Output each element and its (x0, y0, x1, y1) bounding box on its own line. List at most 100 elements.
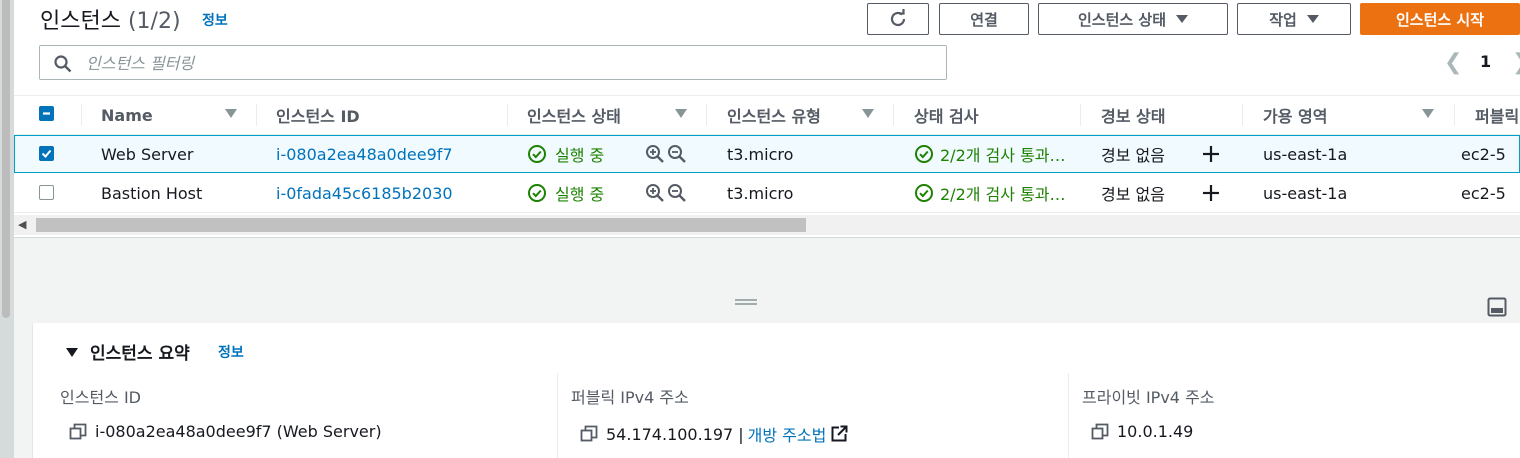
zoom-in-icon[interactable] (645, 183, 665, 203)
instance-name: Bastion Host (101, 183, 203, 203)
success-icon (915, 145, 933, 163)
public-ip-separator: | (738, 424, 744, 444)
connect-label: 연결 (970, 10, 998, 29)
success-icon (528, 184, 546, 202)
sort-icon[interactable] (225, 109, 237, 118)
private-ip-value-row: 10.0.1.49 (1091, 422, 1193, 441)
instance-state-label: 인스턴스 상태 (1077, 10, 1167, 29)
refresh-button[interactable] (867, 3, 929, 35)
minus-icon (43, 112, 50, 115)
instance-state-text: 실행 중 (555, 146, 605, 165)
zoom-out-icon[interactable] (667, 183, 687, 203)
copy-icon[interactable] (1091, 423, 1109, 441)
row-checkbox[interactable] (39, 146, 54, 161)
instance-type: t3.micro (727, 144, 794, 164)
search-icon (54, 55, 72, 73)
horizontal-scrollbar[interactable]: ◀ (14, 215, 1520, 235)
public-ip-label: 퍼블릭 IPv4 주소 (571, 388, 689, 407)
launch-instances-button[interactable]: 인스턴스 시작 (1360, 3, 1520, 35)
actions-label: 작업 (1269, 10, 1297, 29)
scroll-left-icon[interactable]: ◀ (18, 218, 26, 231)
external-link-icon[interactable] (830, 425, 848, 443)
instance-state-text: 실행 중 (555, 185, 605, 204)
table-footer-band (14, 237, 1520, 283)
split-panel-position-icon[interactable] (1487, 297, 1507, 317)
row-checkbox[interactable] (39, 185, 54, 200)
instance-id-link[interactable]: i-080a2ea48a0dee9f7 (276, 136, 453, 172)
caret-down-icon[interactable] (66, 348, 78, 357)
caret-down-icon (1306, 15, 1319, 23)
availability-zone: us-east-1a (1263, 144, 1348, 164)
instance-id-value: i-080a2ea48a0dee9f7 (Web Server) (95, 422, 382, 441)
column-header-instance-type[interactable]: 인스턴스 유형 (727, 96, 821, 134)
sort-icon[interactable] (1422, 109, 1434, 118)
open-address-link[interactable]: 개방 주소법 (748, 422, 827, 446)
select-all-checkbox[interactable] (39, 106, 54, 121)
column-header-name[interactable]: Name (101, 96, 153, 134)
summary-title[interactable]: 인스턴스 요약 (90, 339, 190, 364)
refresh-icon (890, 9, 906, 27)
instance-id-label: 인스턴스 ID (60, 388, 142, 407)
alarm-status: 경보 없음 (1101, 185, 1165, 204)
private-ip-value: 10.0.1.49 (1117, 422, 1194, 441)
resize-handle-icon[interactable] (735, 298, 757, 306)
instance-id-link[interactable]: i-0fada45c6185b2030 (276, 175, 453, 211)
public-dns: ec2-5 (1461, 183, 1506, 203)
instance-id-value-row: i-080a2ea48a0dee9f7 (Web Server) (69, 422, 382, 441)
zoom-in-icon[interactable] (645, 144, 665, 164)
next-page-icon[interactable]: ❯ (1512, 50, 1520, 75)
table-row[interactable]: Web Server i-080a2ea48a0dee9f7 실행 중 t3.m… (14, 135, 1520, 173)
column-header-instance-id[interactable]: 인스턴스 ID (276, 96, 360, 134)
public-dns: ec2-5 (1461, 144, 1506, 164)
table-row[interactable]: Bastion Host i-0fada45c6185b2030 실행 중 t3… (14, 175, 1520, 213)
previous-page-icon[interactable]: ❮ (1444, 50, 1462, 75)
add-alarm-icon[interactable] (1201, 175, 1221, 211)
filter-input[interactable] (84, 51, 928, 75)
public-ip-value-row: 54.174.100.197 | 개방 주소법 (580, 422, 848, 446)
page-scrollbar-thumb[interactable] (2, 0, 10, 318)
column-header-status-check[interactable]: 상태 검사 (914, 96, 978, 134)
column-header-availability-zone[interactable]: 가용 영역 (1263, 96, 1327, 134)
actions-dropdown[interactable]: 작업 (1237, 3, 1351, 35)
public-ip-value: 54.174.100.197 (606, 424, 734, 444)
instance-type: t3.micro (727, 183, 794, 203)
success-icon (528, 145, 546, 163)
instance-name: Web Server (101, 144, 194, 164)
private-ip-label: 프라이빗 IPv4 주소 (1082, 388, 1215, 407)
table-header: Name 인스턴스 ID 인스턴스 상태 인스턴스 유형 상태 검사 경보 상태… (14, 95, 1520, 135)
instance-state-dropdown[interactable]: 인스턴스 상태 (1038, 3, 1228, 35)
add-alarm-icon[interactable] (1201, 136, 1221, 172)
current-page-number[interactable]: 1 (1480, 52, 1491, 71)
sort-icon[interactable] (862, 109, 874, 118)
title-info-link[interactable]: 정보 (202, 10, 228, 30)
status-check-text: 2/2개 검사 통과… (940, 146, 1066, 165)
status-check-cell: 2/2개 검사 통과… (914, 136, 1066, 172)
instance-state-cell: 실행 중 (527, 175, 604, 211)
check-icon (41, 149, 52, 158)
column-header-alarm-status[interactable]: 경보 상태 (1101, 96, 1165, 134)
copy-icon[interactable] (69, 423, 87, 441)
zoom-controls (645, 175, 687, 211)
status-check-cell: 2/2개 검사 통과… (914, 175, 1066, 211)
summary-info-link[interactable]: 정보 (218, 342, 244, 362)
success-icon (915, 184, 933, 202)
instance-state-cell: 실행 중 (527, 136, 604, 172)
filter-search-box[interactable] (39, 45, 947, 80)
caret-down-icon (1176, 15, 1189, 23)
availability-zone: us-east-1a (1263, 183, 1348, 203)
zoom-out-icon[interactable] (667, 144, 687, 164)
column-header-public-dns[interactable]: 퍼블릭 (1475, 96, 1519, 134)
page-title-text: 인스턴스 (40, 9, 121, 34)
alarm-status: 경보 없음 (1101, 146, 1165, 165)
copy-icon[interactable] (580, 425, 598, 443)
launch-label: 인스턴스 시작 (1395, 10, 1485, 29)
column-header-instance-state[interactable]: 인스턴스 상태 (527, 96, 621, 134)
status-check-text: 2/2개 검사 통과… (940, 185, 1066, 204)
zoom-controls (645, 136, 687, 172)
selection-count: (1/2) (127, 9, 181, 34)
instance-summary-panel: 인스턴스 요약 정보 인스턴스 ID i-080a2ea48a0dee9f7 (… (33, 323, 1520, 458)
connect-button[interactable]: 연결 (939, 3, 1029, 35)
horizontal-scrollbar-thumb[interactable] (36, 218, 806, 232)
page-title: 인스턴스 (1/2) (40, 3, 181, 35)
sort-icon[interactable] (675, 109, 687, 118)
